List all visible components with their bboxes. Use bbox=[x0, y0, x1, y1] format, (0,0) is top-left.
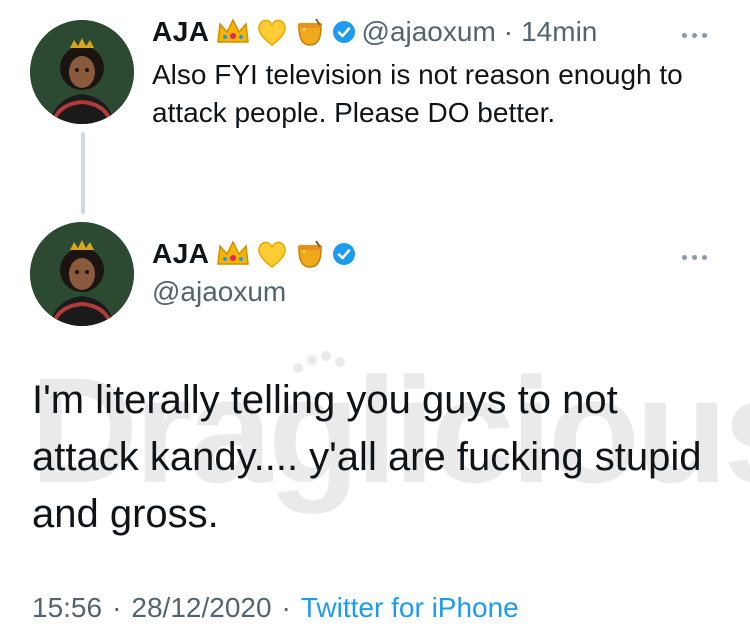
tweet-timestamp: 15:56 · 28/12/2020 · Twitter for iPhone bbox=[32, 592, 519, 624]
avatar[interactable] bbox=[30, 222, 134, 326]
reply-tweet-header: AJA @ajaoxum · 14min bbox=[152, 16, 597, 48]
separator-dot: · bbox=[281, 592, 291, 623]
user-handle[interactable]: @ajaoxum bbox=[362, 16, 496, 48]
yellow-heart-emoji bbox=[256, 239, 288, 269]
display-name[interactable]: AJA bbox=[152, 16, 210, 48]
user-handle[interactable]: @ajaoxum bbox=[152, 276, 286, 308]
timestamp-date[interactable]: 28/12/2020 bbox=[131, 592, 271, 624]
crown-emoji bbox=[216, 240, 250, 268]
yellow-heart-emoji bbox=[256, 17, 288, 47]
tweet-time[interactable]: 14min bbox=[521, 16, 597, 48]
honey-pot-emoji bbox=[294, 239, 326, 269]
crown-emoji bbox=[216, 18, 250, 46]
separator-dot: · bbox=[503, 16, 514, 47]
avatar[interactable] bbox=[30, 20, 134, 124]
display-name[interactable]: AJA bbox=[152, 238, 210, 270]
verified-badge-icon bbox=[332, 20, 356, 44]
more-options-icon[interactable] bbox=[682, 33, 707, 38]
separator-dot: · bbox=[112, 592, 122, 623]
avatar-illustration bbox=[30, 20, 134, 124]
tweet-source-link[interactable]: Twitter for iPhone bbox=[301, 592, 519, 624]
tweet-screenshot: AJA @ajaoxum · 14min Also FYI television… bbox=[0, 0, 750, 637]
verified-badge-icon bbox=[332, 242, 356, 266]
honey-pot-emoji bbox=[294, 17, 326, 47]
thread-connector bbox=[81, 132, 85, 214]
reply-tweet-text: Also FYI television is not reason enough… bbox=[152, 59, 683, 128]
main-tweet-text: I'm literally telling you guys to not at… bbox=[32, 378, 702, 536]
timestamp-time[interactable]: 15:56 bbox=[32, 592, 102, 624]
main-tweet-header: AJA bbox=[152, 238, 356, 270]
avatar-illustration bbox=[30, 222, 134, 326]
more-options-icon[interactable] bbox=[682, 255, 707, 260]
